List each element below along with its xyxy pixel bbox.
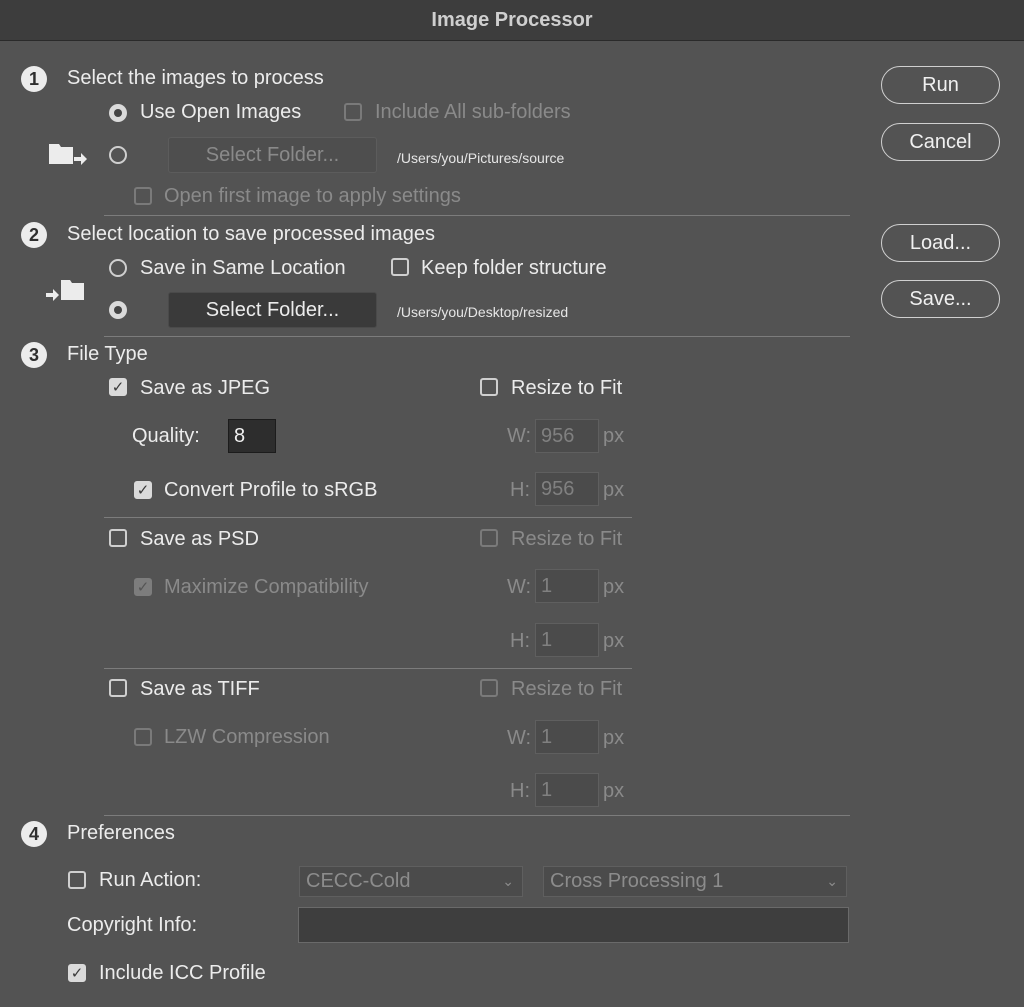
window-title-bar: Image Processor xyxy=(0,0,1024,41)
cancel-button[interactable]: Cancel xyxy=(881,123,1000,161)
section-3-number: 3 xyxy=(21,342,47,368)
chevron-down-icon: ⌄ xyxy=(502,873,514,889)
section-3-title: File Type xyxy=(67,343,148,365)
lzw-compression-checkbox[interactable] xyxy=(134,728,152,746)
run-action-checkbox[interactable] xyxy=(68,871,86,889)
section-divider xyxy=(104,215,850,216)
psd-height-label: H: xyxy=(510,630,530,652)
save-as-psd-label: Save as PSD xyxy=(140,528,259,550)
open-first-image-checkbox[interactable] xyxy=(134,187,152,205)
source-select-folder-button[interactable]: Select Folder... xyxy=(168,137,377,173)
destination-folder-icon xyxy=(45,276,87,306)
psd-width-label: W: xyxy=(507,576,532,598)
section-4-title: Preferences xyxy=(67,822,175,844)
section-2-title: Select location to save processed images xyxy=(67,223,435,245)
jpeg-resize-to-fit-checkbox[interactable] xyxy=(480,378,498,396)
tiff-width-label: W: xyxy=(507,727,532,749)
include-subfolders-checkbox[interactable] xyxy=(344,103,362,121)
jpeg-height-input[interactable]: 956 xyxy=(535,472,599,506)
jpeg-quality-input[interactable]: 8 xyxy=(228,419,276,453)
action-set-value: CECC-Cold xyxy=(306,870,411,892)
save-as-jpeg-label: Save as JPEG xyxy=(140,377,271,399)
checkmark-icon: ✓ xyxy=(70,964,84,982)
jpeg-resize-to-fit-label: Resize to Fit xyxy=(511,377,623,399)
save-settings-button[interactable]: Save... xyxy=(881,280,1000,318)
action-select[interactable]: Cross Processing 1 ⌄ xyxy=(543,866,847,897)
include-subfolders-label: Include All sub-folders xyxy=(375,101,571,123)
include-icc-profile-checkbox[interactable]: ✓ xyxy=(68,964,86,982)
destination-select-folder-button[interactable]: Select Folder... xyxy=(168,292,377,328)
save-as-psd-checkbox[interactable] xyxy=(109,529,127,547)
destination-folder-path: /Users/you/Desktop/resized xyxy=(397,304,569,320)
section-1-number: 1 xyxy=(21,66,47,92)
save-as-jpeg-checkbox[interactable]: ✓ xyxy=(109,378,127,396)
section-divider xyxy=(104,815,850,816)
tiff-width-input[interactable]: 1 xyxy=(535,720,599,754)
tiff-height-input[interactable]: 1 xyxy=(535,773,599,807)
load-button[interactable]: Load... xyxy=(881,224,1000,262)
jpeg-height-unit: px xyxy=(603,479,625,501)
action-set-select[interactable]: CECC-Cold ⌄ xyxy=(299,866,523,897)
section-2-number: 2 xyxy=(21,222,47,248)
tiff-height-unit: px xyxy=(603,780,625,802)
tiff-resize-to-fit-checkbox[interactable] xyxy=(480,679,498,697)
source-select-folder-radio[interactable] xyxy=(109,146,127,164)
run-action-label: Run Action: xyxy=(99,869,202,891)
keep-folder-structure-checkbox[interactable] xyxy=(391,258,409,276)
psd-height-unit: px xyxy=(603,630,625,652)
window-title: Image Processor xyxy=(431,8,593,31)
jpeg-width-label: W: xyxy=(507,425,532,447)
use-open-images-radio[interactable] xyxy=(109,104,127,122)
maximize-compatibility-label: Maximize Compatibility xyxy=(164,576,369,598)
psd-resize-to-fit-label: Resize to Fit xyxy=(511,528,623,550)
tiff-resize-to-fit-label: Resize to Fit xyxy=(511,678,623,700)
file-type-divider xyxy=(104,517,632,518)
chevron-down-icon: ⌄ xyxy=(826,873,838,889)
use-open-images-label: Use Open Images xyxy=(140,101,302,123)
checkmark-icon: ✓ xyxy=(136,578,150,596)
jpeg-width-input[interactable]: 956 xyxy=(535,419,599,453)
convert-profile-label: Convert Profile to sRGB xyxy=(164,479,378,501)
convert-profile-checkbox[interactable]: ✓ xyxy=(134,481,152,499)
copyright-info-label: Copyright Info: xyxy=(67,914,198,936)
save-as-tiff-checkbox[interactable] xyxy=(109,679,127,697)
open-first-image-label: Open first image to apply settings xyxy=(164,185,461,207)
run-button[interactable]: Run xyxy=(881,66,1000,104)
save-as-tiff-label: Save as TIFF xyxy=(140,678,260,700)
save-same-location-radio[interactable] xyxy=(109,259,127,277)
include-icc-profile-label: Include ICC Profile xyxy=(99,962,266,984)
psd-width-input[interactable]: 1 xyxy=(535,569,599,603)
action-value: Cross Processing 1 xyxy=(550,870,724,892)
psd-resize-to-fit-checkbox[interactable] xyxy=(480,529,498,547)
section-4-number: 4 xyxy=(21,821,47,847)
destination-select-folder-radio[interactable] xyxy=(109,301,127,319)
source-folder-icon xyxy=(47,140,89,170)
psd-width-unit: px xyxy=(603,576,625,598)
maximize-compatibility-checkbox[interactable]: ✓ xyxy=(134,578,152,596)
tiff-height-label: H: xyxy=(510,780,530,802)
keep-folder-structure-label: Keep folder structure xyxy=(421,257,607,279)
copyright-info-input[interactable] xyxy=(298,907,849,943)
section-1-title: Select the images to process xyxy=(67,67,324,89)
psd-height-input[interactable]: 1 xyxy=(535,623,599,657)
checkmark-icon: ✓ xyxy=(136,481,150,499)
section-divider xyxy=(104,336,850,337)
save-same-location-label: Save in Same Location xyxy=(140,257,346,279)
jpeg-width-unit: px xyxy=(603,425,625,447)
jpeg-quality-label: Quality: xyxy=(132,425,200,447)
checkmark-icon: ✓ xyxy=(111,378,125,396)
lzw-compression-label: LZW Compression xyxy=(164,726,330,748)
file-type-divider xyxy=(104,668,632,669)
tiff-width-unit: px xyxy=(603,727,625,749)
jpeg-height-label: H: xyxy=(510,479,530,501)
source-folder-path: /Users/you/Pictures/source xyxy=(397,150,565,166)
